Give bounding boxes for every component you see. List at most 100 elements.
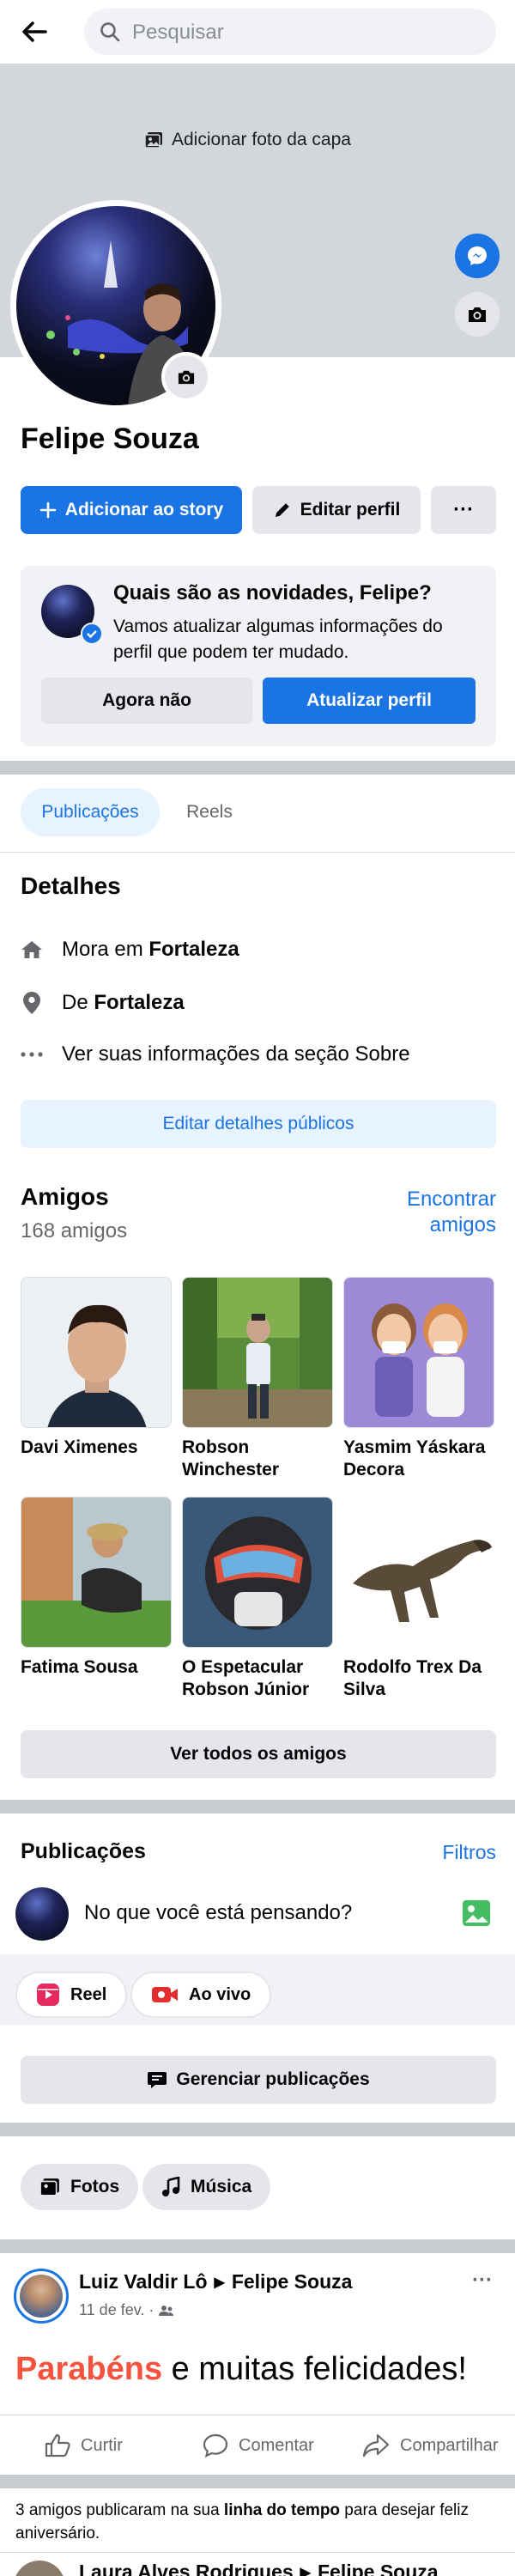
location-pin-icon (21, 991, 43, 1015)
friend-name: Fatima Sousa (21, 1657, 138, 1677)
manage-posts-button[interactable]: Gerenciar publicações (21, 2056, 496, 2104)
about-row[interactable]: Ver suas informações da seção Sobre (21, 1037, 410, 1072)
next-post-header: Laura Alves Rodrigues ▶ Felipe Souza (79, 2561, 439, 2576)
music-icon (161, 2177, 180, 2197)
post-target[interactable]: Felipe Souza (232, 2270, 353, 2293)
composer-input[interactable]: No que você está pensando? (84, 1901, 352, 1925)
add-to-story-button[interactable]: Adicionar ao story (21, 486, 242, 534)
lives-in-prefix: Mora em (62, 938, 149, 961)
card-title: Quais são as novidades, Felipe? (113, 581, 432, 605)
comment-icon (203, 2433, 228, 2458)
posts-title: Publicações (21, 1839, 146, 1863)
friend-name: Robson Winchester (182, 1437, 280, 1479)
arrow-icon: ▶ (300, 2565, 311, 2576)
friend-card[interactable]: Davi Ximenes (21, 1277, 172, 1459)
friend-name: O Espetacular Robson Júnior (182, 1657, 310, 1699)
profile-update-card: Quais são as novidades, Felipe? Vamos at… (21, 566, 496, 746)
reel-icon (36, 1983, 60, 2007)
top-bar: Pesquisar (0, 0, 515, 64)
more-dots-icon: ··· (472, 2269, 493, 2292)
edit-profile-label: Editar perfil (300, 500, 401, 519)
live-video-icon (151, 1984, 179, 2005)
post-meta: 11 de fev. · (79, 2301, 174, 2319)
reel-button[interactable]: Reel (15, 1971, 128, 2018)
friend-card[interactable]: Yasmim Yáskara Decora (343, 1277, 494, 1481)
live-button[interactable]: Ao vivo (130, 1971, 272, 2018)
photos-label: Fotos (70, 2177, 120, 2196)
music-button[interactable]: Música (142, 2164, 271, 2210)
edit-profile-button[interactable]: Editar perfil (252, 486, 421, 534)
back-arrow-icon[interactable] (19, 19, 50, 45)
friend-photo (21, 1277, 172, 1428)
tab-posts[interactable]: Publicações (21, 788, 160, 836)
find-friends-link[interactable]: Encontrar amigos (407, 1187, 496, 1238)
image-icon[interactable] (462, 1899, 491, 1927)
plus-icon (39, 501, 57, 519)
add-cover-photo-button[interactable]: Adicionar foto da capa (144, 127, 351, 153)
profile-name: Felipe Souza (21, 422, 199, 455)
friend-card[interactable]: Fatima Sousa (21, 1497, 172, 1679)
avatar (15, 1887, 69, 1941)
see-all-friends-button[interactable]: Ver todos os amigos (21, 1730, 496, 1778)
reel-label: Reel (70, 1984, 107, 2004)
about-link: Ver suas informações da seção Sobre (62, 1042, 410, 1066)
from-prefix: De (62, 991, 94, 1014)
lives-in-city[interactable]: Fortaleza (148, 938, 239, 961)
find-friends-line2: amigos (429, 1213, 496, 1236)
comment-button[interactable]: Comentar (203, 2428, 314, 2463)
add-cover-photo-label: Adicionar foto da capa (172, 130, 351, 149)
friend-photo (182, 1497, 333, 1648)
post-target[interactable]: Felipe Souza (318, 2561, 439, 2576)
filters-link[interactable]: Filtros (442, 1841, 496, 1864)
friend-card[interactable]: Rodolfo Trex Da Silva (343, 1497, 494, 1701)
lives-in-row: Mora em Fortaleza (21, 933, 239, 967)
friend-photo (21, 1497, 172, 1648)
friend-card[interactable]: O Espetacular Robson Júnior (182, 1497, 333, 1701)
post-author[interactable]: Luiz Valdir Lô (79, 2270, 208, 2293)
friend-photo (343, 1277, 494, 1428)
search-input[interactable]: Pesquisar (84, 9, 496, 55)
section-divider (0, 761, 515, 775)
post-author-avatar[interactable] (14, 2269, 69, 2324)
messenger-button[interactable] (455, 234, 500, 278)
tab-reels[interactable]: Reels (170, 788, 249, 836)
timeline-link[interactable]: linha do tempo (224, 2501, 340, 2519)
card-body: Vamos atualizar algumas informações do p… (113, 617, 443, 662)
search-placeholder: Pesquisar (132, 21, 224, 44)
post-more-button[interactable]: ··· (472, 2269, 493, 2293)
manage-posts-label: Gerenciar publicações (176, 2069, 370, 2089)
post-author-avatar[interactable] (14, 2561, 65, 2576)
not-now-label: Agora não (102, 690, 191, 710)
like-icon (45, 2433, 70, 2458)
divider (0, 852, 515, 853)
add-to-story-label: Adicionar ao story (64, 500, 224, 519)
like-button[interactable]: Curtir (45, 2428, 123, 2463)
section-divider (0, 2239, 515, 2253)
find-friends-line1: Encontrar (406, 1188, 496, 1211)
post-date[interactable]: 11 de fev. · (79, 2301, 154, 2319)
live-label: Ao vivo (189, 1984, 251, 2004)
friends-title: Amigos (21, 1183, 109, 1210)
edit-public-details-button[interactable]: Editar detalhes públicos (21, 1100, 496, 1148)
friend-photo (343, 1497, 494, 1648)
from-city[interactable]: Fortaleza (94, 991, 184, 1014)
not-now-button[interactable]: Agora não (41, 677, 252, 724)
friend-card[interactable]: Robson Winchester (182, 1277, 333, 1481)
more-options-button[interactable]: ··· (431, 486, 496, 534)
update-profile-button[interactable]: Atualizar perfil (263, 677, 476, 724)
profile-camera-button[interactable] (161, 352, 211, 402)
comment-label: Comentar (239, 2435, 314, 2455)
friends-count: 168 amigos (21, 1219, 128, 1242)
home-icon (21, 939, 43, 960)
camera-icon (176, 368, 197, 386)
cover-camera-button[interactable] (455, 292, 500, 337)
friend-name: Yasmim Yáskara Decora (343, 1437, 486, 1479)
share-button[interactable]: Compartilhar (362, 2428, 498, 2463)
post-text-rest: e muitas felicidades! (162, 2351, 467, 2387)
photo-icon (144, 131, 163, 149)
photos-button[interactable]: Fotos (21, 2164, 139, 2210)
section-divider (0, 2475, 515, 2488)
post-author[interactable]: Laura Alves Rodrigues (79, 2561, 294, 2576)
post-text: Parabéns e muitas felicidades! (15, 2351, 467, 2388)
post-header: Luiz Valdir Lô ▶ Felipe Souza (79, 2270, 352, 2293)
